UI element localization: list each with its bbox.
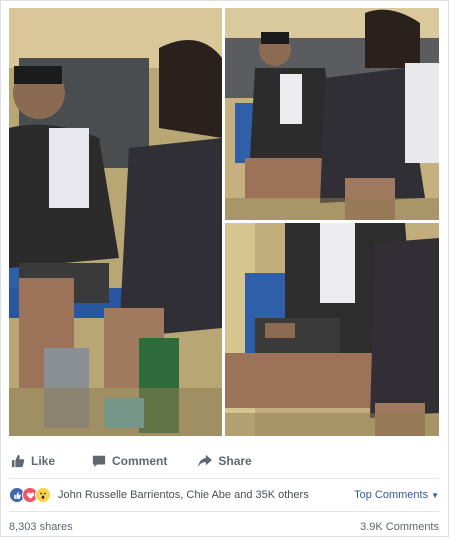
photo-bottom-right-image [225, 223, 439, 436]
post-card: Like Comment Share John Russelle Barrien… [0, 0, 449, 537]
share-arrow-icon [198, 454, 213, 468]
share-label: Share [218, 454, 252, 468]
thumbs-up-icon [11, 454, 25, 468]
divider [9, 511, 439, 512]
top-comments-dropdown[interactable]: Top Comments ▼ [354, 489, 439, 501]
photo-left[interactable] [9, 8, 222, 436]
comment-label: Comment [112, 454, 168, 468]
wow-reaction-icon [35, 487, 51, 503]
reaction-icons[interactable] [9, 487, 51, 503]
photo-bottom-right[interactable] [225, 223, 439, 436]
top-comments-label: Top Comments [354, 489, 429, 501]
photo-top-right-image [225, 8, 439, 220]
reactions-row: John Russelle Barrientos, Chie Abe and 3… [9, 483, 439, 507]
photo-grid [9, 8, 439, 436]
share-button[interactable]: Share [198, 454, 252, 468]
counts-row: 8,303 shares 3.9K Comments [9, 519, 439, 535]
comments-count[interactable]: 3.9K Comments [360, 521, 439, 533]
post-actions: Like Comment Share [9, 447, 439, 475]
comment-button[interactable]: Comment [92, 454, 167, 468]
photo-left-image [9, 8, 222, 436]
like-button[interactable]: Like [11, 454, 55, 468]
caret-down-icon: ▼ [431, 490, 439, 500]
photo-top-right[interactable] [225, 8, 439, 220]
reaction-summary[interactable]: John Russelle Barrientos, Chie Abe and 3… [58, 489, 309, 501]
divider [9, 478, 439, 479]
comment-icon [92, 455, 106, 468]
shares-count[interactable]: 8,303 shares [9, 521, 73, 533]
like-label: Like [31, 454, 56, 468]
